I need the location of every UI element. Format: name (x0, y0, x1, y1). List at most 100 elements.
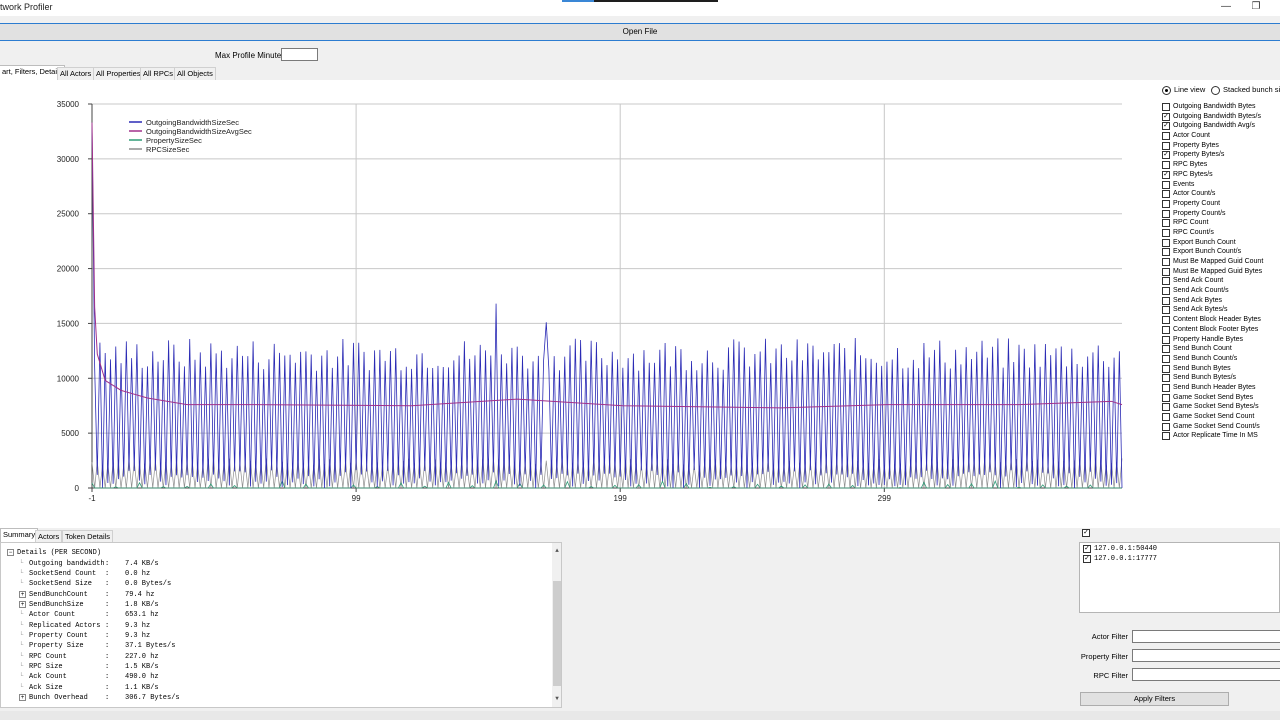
metric-option[interactable]: Content Block Header Bytes (1162, 315, 1263, 325)
details-row[interactable]: └ Replicated Actors: 9.3 hz (19, 621, 181, 631)
tab-all-actors[interactable]: All Actors (57, 67, 95, 80)
metric-option[interactable]: Game Socket Send Count/s (1162, 422, 1263, 432)
metric-checkbox[interactable]: ✓ (1162, 170, 1170, 179)
metric-option[interactable]: ✓ RPC Bytes/s (1162, 170, 1263, 180)
metric-checkbox[interactable] (1162, 190, 1170, 199)
metric-checkbox[interactable] (1162, 393, 1170, 402)
metric-checkbox[interactable] (1162, 248, 1170, 257)
metric-checkbox[interactable] (1162, 364, 1170, 373)
metric-checkbox[interactable] (1162, 413, 1170, 421)
connection-item[interactable]: ✓ 127.0.0.1:17777 (1083, 554, 1157, 564)
details-row[interactable]: └ Outgoing bandwidth: 7.4 KB/s (19, 559, 181, 569)
metric-option[interactable]: ✓ Outgoing Bandwidth Bytes/s (1162, 112, 1263, 122)
metric-option[interactable]: ✓ Property Bytes/s (1162, 150, 1263, 160)
details-row[interactable]: └ SocketSend Count: 0.0 hz (19, 569, 181, 579)
tab-chart-filters-details[interactable]: art, Filters, Details (0, 65, 66, 80)
metric-option[interactable]: ✓ Outgoing Bandwidth Avg/s (1162, 121, 1263, 131)
connection-checkbox[interactable]: ✓ (1083, 555, 1091, 563)
details-row[interactable]: └ Property Size: 37.1 Bytes/s (19, 641, 181, 651)
details-root-node[interactable]: − Details (PER SECOND) (7, 548, 101, 558)
metric-checkbox[interactable] (1162, 180, 1170, 189)
metric-option[interactable]: Actor Count (1162, 131, 1263, 141)
details-row[interactable]: + SendBunchSize: 1.8 KB/s (19, 600, 181, 610)
metric-checkbox[interactable] (1162, 296, 1170, 305)
details-row[interactable]: └ SocketSend Size: 0.0 Bytes/s (19, 579, 181, 589)
metric-checkbox[interactable] (1162, 316, 1170, 325)
property-filter-input[interactable] (1132, 649, 1280, 662)
metric-option[interactable]: Content Block Footer Bytes (1162, 325, 1263, 335)
details-scrollbar[interactable]: ▲ ▼ (552, 543, 561, 707)
metric-option[interactable]: Actor Count/s (1162, 189, 1263, 199)
metric-checkbox[interactable] (1162, 335, 1170, 344)
metric-checkbox[interactable] (1162, 219, 1170, 228)
metric-option[interactable]: Send Bunch Bytes/s (1162, 373, 1263, 383)
line-view-option[interactable]: Line view (1162, 85, 1205, 95)
minimize-button[interactable]: — (1216, 1, 1236, 12)
details-row[interactable]: └ Actor Count: 653.1 hz (19, 610, 181, 620)
stacked-view-option[interactable]: Stacked bunch siz (1211, 85, 1280, 95)
metric-option[interactable]: Events (1162, 180, 1263, 190)
metric-checkbox[interactable]: ✓ (1162, 151, 1170, 160)
metric-option[interactable]: Must Be Mapped Guid Bytes (1162, 267, 1263, 277)
metric-checkbox[interactable] (1162, 141, 1170, 150)
scroll-thumb[interactable] (553, 581, 561, 686)
metric-checkbox[interactable] (1162, 258, 1170, 266)
metric-checkbox[interactable] (1162, 306, 1170, 315)
metric-option[interactable]: Property Count/s (1162, 209, 1263, 219)
expand-icon[interactable]: + (19, 694, 26, 702)
line-view-radio[interactable] (1162, 85, 1171, 95)
details-row[interactable]: └ Ack Count: 490.0 hz (19, 672, 181, 682)
metric-checkbox[interactable] (1162, 267, 1170, 276)
open-file-button[interactable]: Open File (0, 24, 1280, 41)
metric-checkbox[interactable] (1162, 287, 1170, 296)
details-row[interactable]: └ RPC Count: 227.0 hz (19, 652, 181, 662)
metric-checkbox[interactable] (1162, 422, 1170, 431)
tab-all-objects[interactable]: All Objects (174, 67, 216, 80)
details-row[interactable]: └ RPC Size: 1.5 KB/s (19, 662, 181, 672)
metric-checkbox[interactable]: ✓ (1162, 112, 1170, 121)
metric-option[interactable]: Send Bunch Count/s (1162, 354, 1263, 364)
scroll-up-icon[interactable]: ▲ (552, 547, 561, 554)
expand-icon[interactable]: + (19, 590, 26, 598)
metric-option[interactable]: Send Bunch Count (1162, 344, 1263, 354)
metric-option[interactable]: Send Bunch Header Bytes (1162, 383, 1263, 393)
metric-checkbox[interactable] (1162, 345, 1170, 354)
rpc-filter-input[interactable] (1132, 668, 1280, 681)
stacked-view-radio[interactable] (1211, 85, 1220, 95)
metric-option[interactable]: Export Bunch Count/s (1162, 247, 1263, 257)
metric-option[interactable]: Must Be Mapped Guid Count (1162, 257, 1263, 267)
metric-option[interactable]: Export Bunch Count (1162, 238, 1263, 248)
metric-checkbox[interactable] (1162, 374, 1170, 383)
metric-option[interactable]: Send Ack Count (1162, 276, 1263, 286)
scroll-down-icon[interactable]: ▼ (552, 695, 561, 702)
metric-option[interactable]: Send Bunch Bytes (1162, 364, 1263, 374)
metric-checkbox[interactable] (1162, 103, 1170, 111)
metric-option[interactable]: Send Ack Bytes/s (1162, 305, 1263, 315)
actor-filter-input[interactable] (1132, 630, 1280, 643)
tab-all-rpcs[interactable]: All RPCs (140, 67, 177, 80)
metric-checkbox[interactable] (1162, 403, 1170, 412)
metric-option[interactable]: RPC Count (1162, 218, 1263, 228)
restore-button[interactable]: ❐ (1246, 1, 1266, 12)
metric-checkbox[interactable] (1162, 132, 1170, 141)
metric-checkbox[interactable] (1162, 277, 1170, 286)
metric-checkbox[interactable] (1162, 325, 1170, 334)
metric-checkbox[interactable] (1162, 161, 1170, 170)
metric-option[interactable]: RPC Bytes (1162, 160, 1263, 170)
apply-filters-button[interactable]: Apply Filters (1080, 692, 1229, 706)
metric-checkbox[interactable] (1162, 209, 1170, 218)
metric-checkbox[interactable] (1162, 432, 1170, 441)
expand-icon[interactable]: + (19, 600, 26, 608)
details-row[interactable]: └ Property Count: 9.3 hz (19, 631, 181, 641)
collapse-icon[interactable]: − (7, 549, 14, 556)
max-profile-minutes-input[interactable] (281, 48, 318, 61)
metric-option[interactable]: Game Socket Send Bytes (1162, 393, 1263, 403)
metric-option[interactable]: Game Socket Send Bytes/s (1162, 402, 1263, 412)
connection-checkbox[interactable]: ✓ (1083, 545, 1091, 553)
select-all-checkbox[interactable]: ✓ (1082, 529, 1090, 537)
details-row[interactable]: └ Ack Size: 1.1 KB/s (19, 683, 181, 693)
metric-option[interactable]: Send Ack Bytes (1162, 296, 1263, 306)
metric-option[interactable]: RPC Count/s (1162, 228, 1263, 238)
metric-checkbox[interactable] (1162, 238, 1170, 247)
details-row[interactable]: + SendBunchCount: 79.4 hz (19, 590, 181, 600)
